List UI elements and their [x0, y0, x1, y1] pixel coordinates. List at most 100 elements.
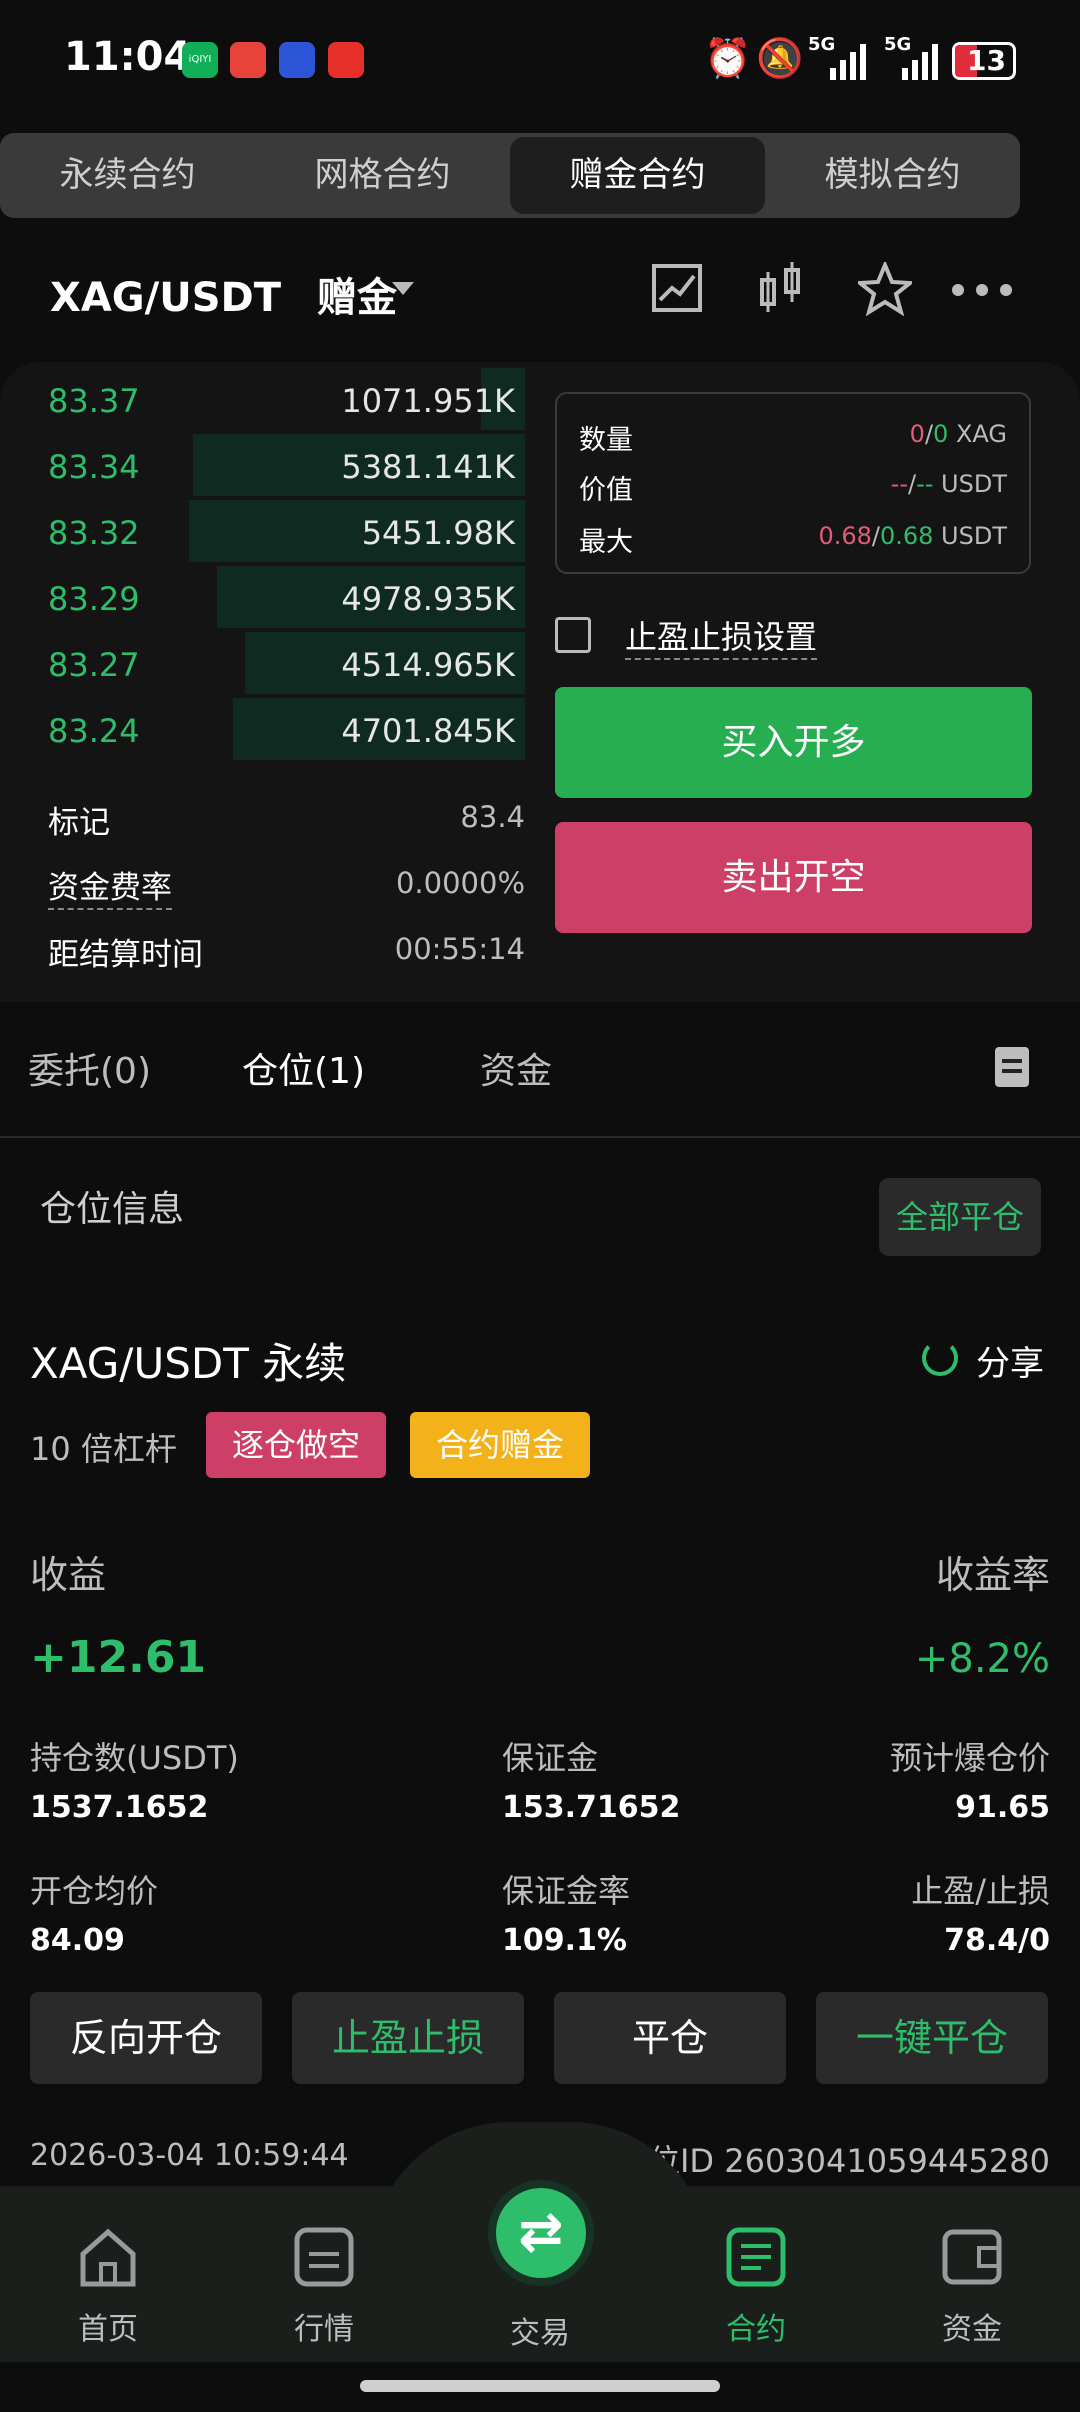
share-button[interactable]: 分享: [976, 1336, 1044, 1385]
document-icon[interactable]: [995, 1047, 1029, 1087]
position-info-title: 仓位信息: [40, 1189, 185, 1230]
battery-icon: 13: [952, 42, 1016, 80]
value-value: --/-- USDT: [890, 470, 1007, 498]
orderbook-price: 83.29: [48, 580, 140, 618]
orderbook-row[interactable]: 83.34 5381.141K: [0, 434, 525, 500]
battery-level: 13: [967, 44, 1006, 77]
orderbook-qty: 4701.845K: [341, 712, 515, 750]
position-id: 仓位ID 2603041059445280: [615, 2142, 1050, 2180]
contract-type-tabs: 永续合约 网格合约 赠金合约 模拟合约: [0, 133, 1020, 218]
entry-price-value: 84.09: [30, 1923, 125, 1958]
orderbook-row[interactable]: 83.32 5451.98K: [0, 500, 525, 566]
position-pair-name: XAG/USDT 永续: [30, 1339, 347, 1388]
isolated-short-tag: 逐仓做空: [206, 1412, 386, 1478]
nav-funds[interactable]: 资金: [902, 2226, 1042, 2348]
app-icon: [279, 42, 315, 78]
max-label: 最大: [579, 527, 633, 558]
orderbook-qty: 4514.965K: [341, 646, 515, 684]
nav-home[interactable]: 首页: [38, 2226, 178, 2348]
status-time: 11:04: [64, 34, 192, 80]
roi-value: +8.2%: [914, 1636, 1050, 1682]
reverse-open-button[interactable]: 反向开仓: [30, 1992, 262, 2084]
orderbook-row[interactable]: 83.24 4701.845K: [0, 698, 525, 764]
swap-icon: ⇄: [518, 2200, 564, 2263]
order-tabs: 委托(0) 仓位(1) 资金: [0, 1010, 1080, 1138]
star-icon[interactable]: [858, 262, 912, 316]
more-icon[interactable]: [950, 282, 1014, 298]
liq-price-value: 91.65: [955, 1790, 1050, 1825]
orderbook-price: 83.32: [48, 514, 140, 552]
buy-long-button[interactable]: 买入开多: [555, 687, 1032, 798]
tab-orders[interactable]: 委托(0): [28, 1042, 151, 1094]
order-info-box: 数量 0/0 XAG 价值 --/-- USDT 最大 0.68/0.68 US…: [555, 392, 1031, 574]
orderbook-row[interactable]: 83.29 4978.935K: [0, 566, 525, 632]
tpsl-value: 78.4/0: [944, 1923, 1050, 1958]
margin-label: 保证金: [502, 1739, 599, 1777]
max-value: 0.68/0.68 USDT: [818, 522, 1007, 550]
sell-short-button[interactable]: 卖出开空: [555, 822, 1032, 933]
tab-bonus[interactable]: 赠金合约: [510, 137, 765, 214]
close-position-button[interactable]: 平仓: [554, 1992, 786, 2084]
pnl-value: +12.61: [30, 1632, 207, 1683]
bonus-tag: 合约赠金: [410, 1412, 590, 1478]
value-label: 价值: [579, 475, 633, 506]
signal-icon: [830, 44, 866, 80]
contract-icon: [726, 2227, 786, 2287]
orderbook-qty: 5381.141K: [341, 448, 515, 486]
pair-selector[interactable]: XAG/USDT 赠金: [50, 265, 397, 323]
orderbook-qty: 4978.935K: [341, 580, 515, 618]
nav-contract[interactable]: 合约: [686, 2226, 826, 2348]
position-timestamp: 2026-03-04 10:59:44: [30, 2138, 349, 2173]
tpsl-label: 止盈/止损: [911, 1872, 1050, 1910]
mark-price-value: 83.4: [460, 800, 525, 834]
tab-perpetual[interactable]: 永续合约: [0, 133, 255, 218]
chart-icon[interactable]: [652, 262, 704, 314]
margin-value: 153.71652: [502, 1790, 681, 1825]
orderbook-price: 83.27: [48, 646, 140, 684]
margin-ratio-label: 保证金率: [502, 1872, 631, 1910]
settlement-time-value: 00:55:14: [394, 932, 525, 966]
pair-name: XAG/USDT: [50, 275, 282, 321]
orderbook-price: 83.24: [48, 712, 140, 750]
orderbook-qty: 5451.98K: [361, 514, 515, 552]
home-indicator: [360, 2380, 720, 2392]
tpsl-checkbox[interactable]: [555, 617, 591, 653]
roi-label: 收益率: [935, 1553, 1050, 1597]
orderbook-qty: 1071.951K: [341, 382, 515, 420]
tab-simulated[interactable]: 模拟合约: [765, 133, 1020, 218]
mute-bell-icon: 🔕: [756, 36, 804, 80]
orderbook-row[interactable]: 83.37 1071.951K: [0, 368, 525, 434]
orderbook-row[interactable]: 83.27 4514.965K: [0, 632, 525, 698]
nav-trade-label: 交易: [510, 2316, 570, 2351]
settlement-time-label: 距结算时间: [48, 937, 203, 973]
tpsl-button[interactable]: 止盈止损: [292, 1992, 524, 2084]
chevron-down-icon[interactable]: [392, 282, 414, 295]
tab-positions[interactable]: 仓位(1): [242, 1042, 365, 1094]
tpsl-settings-label[interactable]: 止盈止损设置: [625, 612, 818, 660]
tab-grid[interactable]: 网格合约: [255, 133, 510, 218]
home-icon: [80, 2228, 136, 2287]
funding-rate-value: 0.0000%: [395, 866, 525, 900]
signal-icon: [902, 44, 938, 80]
pair-mode: 赠金: [316, 275, 397, 321]
tab-funds[interactable]: 资金: [480, 1042, 552, 1094]
orderbook-price: 83.34: [48, 448, 140, 486]
market-icon: [294, 2227, 354, 2287]
app-icon: [230, 42, 266, 78]
leverage-label: 10 倍杠杆: [30, 1430, 177, 1468]
position-size-value: 1537.1652: [30, 1790, 209, 1825]
one-click-close-button[interactable]: 一键平仓: [816, 1992, 1048, 2084]
candlestick-icon[interactable]: [758, 262, 810, 314]
nav-market[interactable]: 行情: [254, 2226, 394, 2348]
qty-value: 0/0 XAG: [909, 420, 1007, 448]
funding-rate-label[interactable]: 资金费率: [48, 862, 172, 910]
wallet-icon: [942, 2229, 1002, 2285]
trade-button[interactable]: ⇄: [488, 2180, 594, 2286]
orderbook-price: 83.37: [48, 382, 140, 420]
entry-price-label: 开仓均价: [30, 1872, 159, 1910]
close-all-button[interactable]: 全部平仓: [879, 1178, 1041, 1256]
liq-price-label: 预计爆仓价: [889, 1739, 1050, 1777]
iqiyi-app-icon: iQIYI: [182, 42, 218, 78]
margin-ratio-value: 109.1%: [502, 1923, 627, 1958]
share-icon[interactable]: [922, 1340, 958, 1376]
